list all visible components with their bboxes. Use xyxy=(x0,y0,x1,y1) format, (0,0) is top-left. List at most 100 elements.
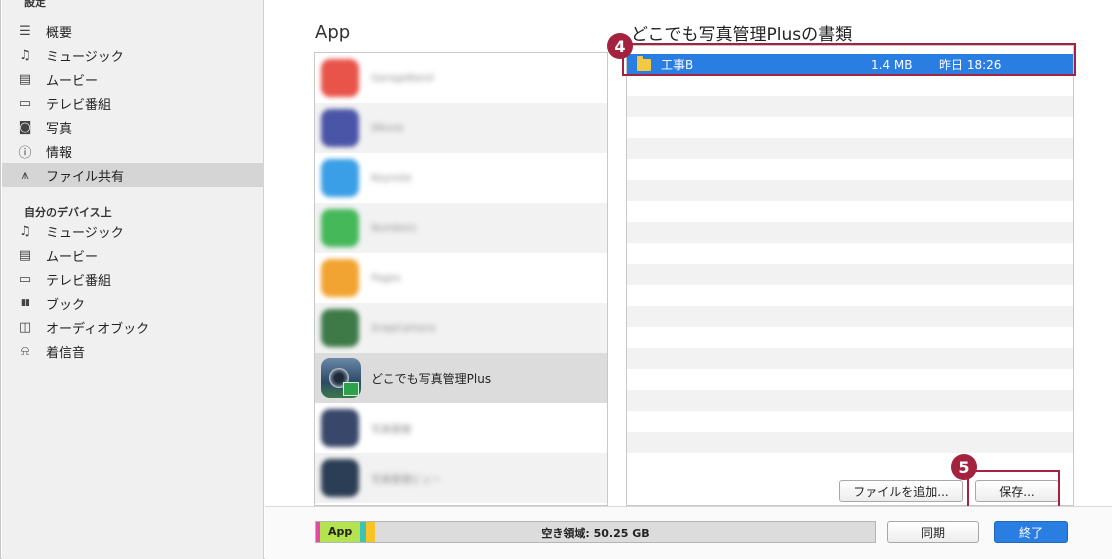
document-row xyxy=(627,285,1073,306)
sidebar-item-device-tv[interactable]: ▭ テレビ番組 xyxy=(12,267,264,291)
app-row[interactable]: Pages xyxy=(315,253,607,303)
sidebar: 設定 ☰ 概要 ♫ ミュージック ▤ ムービー ▭ テレビ番組 ◙ 写真 ⓘ 情… xyxy=(2,0,264,559)
book-icon: ▮▮ xyxy=(21,298,30,308)
bottom-bar: App 空き領域: 50.25 GB 同期 終了 xyxy=(265,506,1112,559)
document-row xyxy=(627,201,1073,222)
app-name-blurred: GarageBand xyxy=(371,72,434,84)
audiobook-icon: ◫ xyxy=(18,319,32,335)
tv-icon: ▭ xyxy=(18,95,32,111)
sidebar-item-music[interactable]: ♫ ミュージック xyxy=(12,43,264,67)
app-icon xyxy=(321,409,359,447)
app-name-blurred: SnapCamera xyxy=(371,322,436,334)
movie-icon: ▤ xyxy=(18,71,32,87)
storage-bar: App 空き領域: 50.25 GB xyxy=(315,521,876,543)
document-row xyxy=(627,159,1073,180)
app-row[interactable]: GarageBand xyxy=(315,53,607,103)
documents-title: どこでも写真管理Plusの書類 xyxy=(631,25,853,45)
document-row xyxy=(627,180,1073,201)
app-name-blurred: Pages xyxy=(371,272,401,284)
sidebar-item-movies[interactable]: ▤ ムービー xyxy=(12,67,264,91)
document-row xyxy=(627,96,1073,117)
app-name-blurred: Keynote xyxy=(371,172,412,184)
app-list: GarageBand iMovie Keynote Numbers Pages … xyxy=(314,52,608,506)
document-row xyxy=(627,327,1073,348)
document-row xyxy=(627,411,1073,432)
music-icon: ♫ xyxy=(19,223,31,239)
app-row[interactable]: Keynote xyxy=(315,153,607,203)
app-icon xyxy=(321,209,359,247)
app-icon xyxy=(321,159,359,197)
document-row xyxy=(627,390,1073,411)
sidebar-item-photos[interactable]: ◙ 写真 xyxy=(12,115,264,139)
app-icon xyxy=(321,259,359,297)
step-badge-5: 5 xyxy=(951,454,977,480)
app-icon xyxy=(321,309,359,347)
bell-icon: ⍾ xyxy=(20,343,30,359)
app-icon xyxy=(321,109,359,147)
file-sharing-icon: ⩚ xyxy=(21,167,29,183)
sidebar-item-device-movies[interactable]: ▤ ムービー xyxy=(12,243,264,267)
sidebar-item-summary[interactable]: ☰ 概要 xyxy=(12,19,264,43)
music-icon: ♫ xyxy=(19,47,31,63)
sidebar-device-header: 自分のデバイス上 xyxy=(24,206,112,219)
callout-box-step5 xyxy=(967,470,1060,508)
sidebar-item-label: テレビ番組 xyxy=(46,273,112,289)
sync-button[interactable]: 同期 xyxy=(887,521,979,543)
sidebar-item-label: ミュージック xyxy=(46,225,124,241)
app-icon xyxy=(321,459,359,497)
camera-icon: ◙ xyxy=(18,119,32,135)
app-row[interactable]: Numbers xyxy=(315,203,607,253)
document-row xyxy=(627,369,1073,390)
sidebar-settings-header: 設定 xyxy=(24,0,46,9)
document-list: 工事B 1.4 MB 昨日 18:26 xyxy=(626,45,1074,506)
sidebar-item-device-audiobooks[interactable]: ◫ オーディオブック xyxy=(12,315,264,339)
summary-icon: ☰ xyxy=(19,23,31,39)
document-row xyxy=(627,117,1073,138)
sidebar-item-tv[interactable]: ▭ テレビ番組 xyxy=(12,91,264,115)
app-row[interactable]: 写真管理ビュー xyxy=(315,453,607,503)
sidebar-item-label: 写真 xyxy=(46,121,73,137)
tv-icon: ▭ xyxy=(18,271,32,287)
document-row xyxy=(627,243,1073,264)
app-name-blurred: Numbers xyxy=(371,222,417,234)
sidebar-item-label: 着信音 xyxy=(46,345,86,361)
sidebar-item-device-books[interactable]: ▮▮ ブック xyxy=(12,291,264,315)
done-button[interactable]: 終了 xyxy=(994,521,1068,543)
app-name: どこでも写真管理Plus xyxy=(371,371,492,386)
document-row xyxy=(627,222,1073,243)
document-row xyxy=(627,138,1073,159)
storage-free-label: 空き領域: 50.25 GB xyxy=(541,527,650,540)
app-row[interactable]: SnapCamera xyxy=(315,303,607,353)
sidebar-item-file-sharing[interactable]: ⩚ ファイル共有 xyxy=(2,163,264,187)
step-badge-4: 4 xyxy=(607,33,633,59)
app-row[interactable]: iMovie xyxy=(315,103,607,153)
document-row xyxy=(627,264,1073,285)
sidebar-item-device-ringtones[interactable]: ⍾ 着信音 xyxy=(12,339,264,363)
sidebar-item-device-music[interactable]: ♫ ミュージック xyxy=(12,219,264,243)
sidebar-item-label: 情報 xyxy=(46,145,73,161)
main-panel: App どこでも写真管理Plusの書類 GarageBand iMovie Ke… xyxy=(265,0,1112,559)
app-icon xyxy=(321,59,359,97)
sidebar-item-info[interactable]: ⓘ 情報 xyxy=(12,139,264,163)
sidebar-item-label: ブック xyxy=(46,297,86,313)
sidebar-item-label: ムービー xyxy=(46,73,99,89)
sidebar-item-label: テレビ番組 xyxy=(46,97,112,113)
document-row xyxy=(627,306,1073,327)
camera-app-icon xyxy=(321,358,361,398)
sidebar-item-label: 概要 xyxy=(46,25,73,41)
sidebar-item-label: オーディオブック xyxy=(46,321,150,337)
app-row[interactable]: 写真管理 xyxy=(315,403,607,453)
sidebar-item-label: ミュージック xyxy=(46,49,124,65)
sidebar-item-label: ムービー xyxy=(46,249,99,265)
document-row xyxy=(627,75,1073,96)
app-name-blurred: 写真管理 xyxy=(371,424,411,436)
app-name-blurred: 写真管理ビュー xyxy=(371,474,441,486)
app-name-blurred: iMovie xyxy=(371,122,404,134)
movie-icon: ▤ xyxy=(18,247,32,263)
sidebar-item-label: ファイル共有 xyxy=(46,169,125,185)
add-file-button[interactable]: ファイルを追加... xyxy=(839,480,963,502)
app-row-selected[interactable]: どこでも写真管理Plus xyxy=(315,353,607,403)
callout-box-step4 xyxy=(622,43,1076,76)
apps-title: App xyxy=(315,22,351,43)
itunes-window: 設定 ☰ 概要 ♫ ミュージック ▤ ムービー ▭ テレビ番組 ◙ 写真 ⓘ 情… xyxy=(0,0,1112,559)
